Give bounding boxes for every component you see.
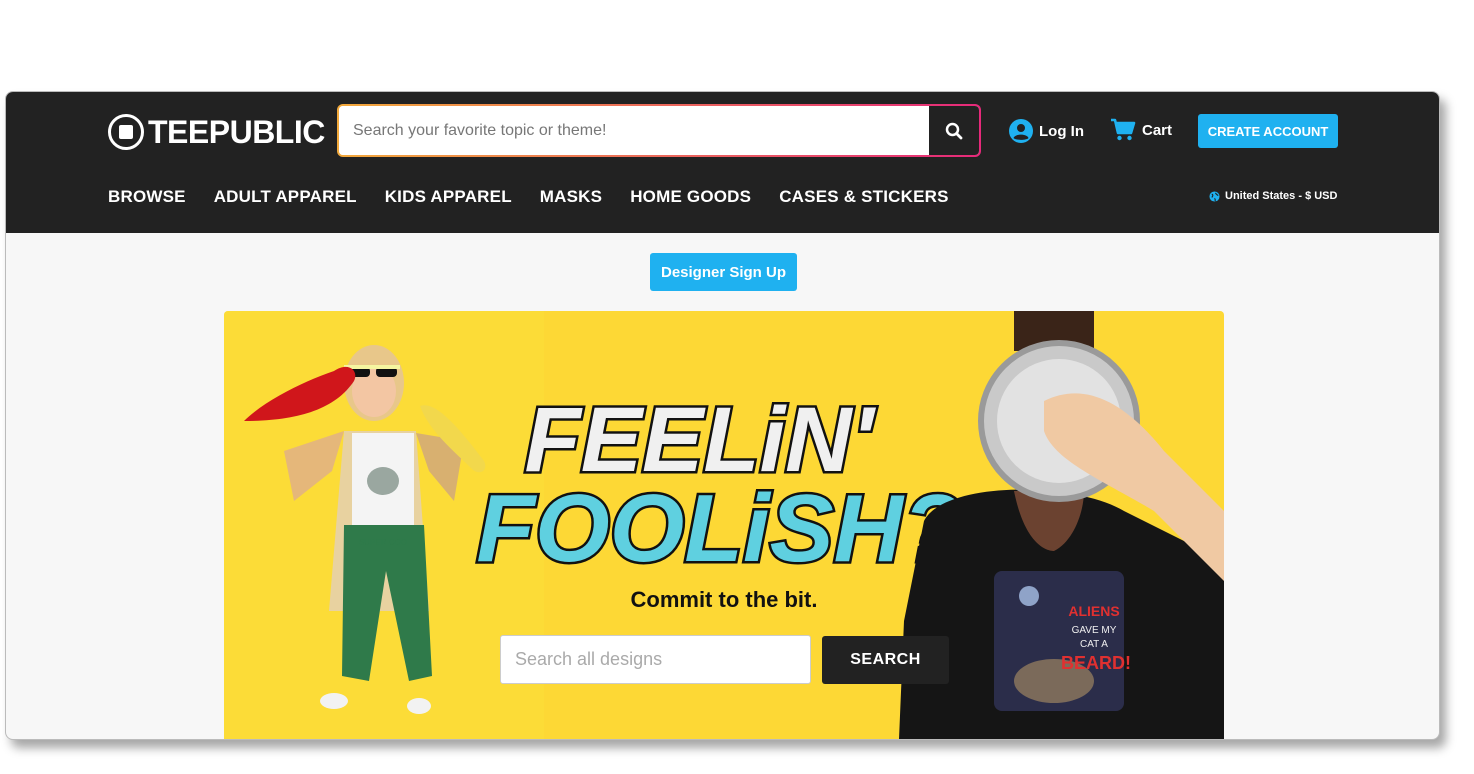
man-shirt-text-4: BEARD! xyxy=(1061,653,1131,673)
nav-item-home-goods[interactable]: HOME GOODS xyxy=(630,187,751,207)
create-account-button[interactable]: CREATE ACCOUNT xyxy=(1198,114,1338,148)
hero-search-button[interactable]: SEARCH xyxy=(822,636,949,684)
region-label: United States - $ USD xyxy=(1225,190,1338,202)
header-search-input[interactable] xyxy=(339,106,929,155)
browser-window: TEEPUBLIC Log In xyxy=(5,91,1440,740)
hero-search-input[interactable] xyxy=(501,636,810,683)
nav-item-adult-apparel[interactable]: ADULT APPAREL xyxy=(214,187,357,207)
nav-item-browse[interactable]: BROWSE xyxy=(108,187,186,207)
header-search-bar xyxy=(337,104,981,157)
man-shirt-text-2: GAVE MY xyxy=(1072,625,1117,636)
headline-line-2: FOOLiSH? xyxy=(476,475,961,582)
cart-link[interactable]: Cart xyxy=(1110,118,1172,142)
site-header: TEEPUBLIC Log In xyxy=(6,92,1439,233)
logo-tshirt-icon xyxy=(108,114,144,150)
hero-tagline: Commit to the bit. xyxy=(630,587,818,612)
logo-text: TEEPUBLIC xyxy=(148,113,325,150)
region-selector[interactable]: United States - $ USD xyxy=(1209,190,1337,202)
cart-label: Cart xyxy=(1142,121,1173,139)
user-icon xyxy=(1009,119,1033,143)
login-link[interactable]: Log In xyxy=(1009,119,1084,143)
header-search-button[interactable] xyxy=(929,106,979,155)
designer-signup-button[interactable]: Designer Sign Up xyxy=(650,253,797,291)
nav-item-kids-apparel[interactable]: KIDS APPAREL xyxy=(385,187,512,207)
hero-banner: SUPER COO FEELiN' FOOLiSH? ALIENS GAVE M… xyxy=(224,311,1224,739)
search-icon xyxy=(945,122,963,139)
hero-search-field xyxy=(500,635,811,684)
globe-icon xyxy=(1209,190,1220,202)
nav-item-cases-stickers[interactable]: CASES & STICKERS xyxy=(779,187,948,207)
teepublic-logo[interactable]: TEEPUBLIC xyxy=(108,112,325,152)
man-shirt-text-3: CAT A xyxy=(1080,639,1108,650)
main-nav: BROWSE ADULT APPAREL KIDS APPAREL MASKS … xyxy=(108,187,949,207)
login-label: Log In xyxy=(1039,122,1084,140)
hero-headline: FEELiN' FOOLiSH? xyxy=(474,387,964,585)
woman-shirt-text: SUPER COO xyxy=(359,538,407,547)
cart-icon xyxy=(1111,118,1136,141)
nav-item-masks[interactable]: MASKS xyxy=(540,187,602,207)
